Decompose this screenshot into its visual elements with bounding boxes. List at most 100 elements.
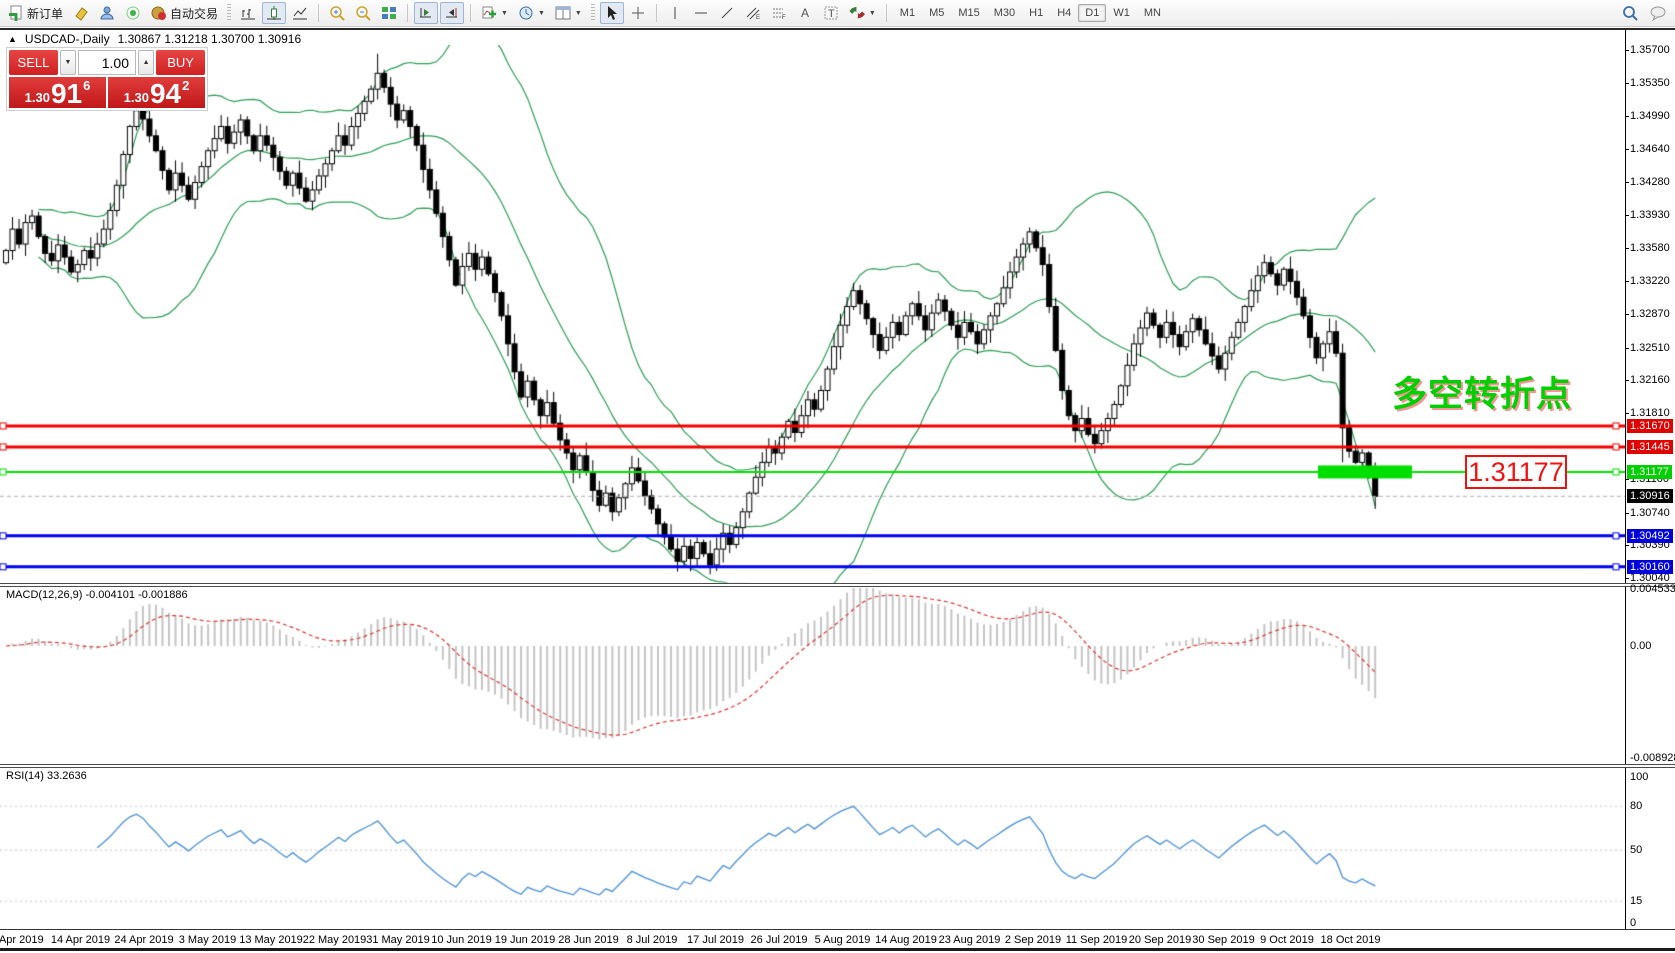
price-tick-mark (1625, 513, 1629, 514)
price-tick-label: 1.33580 (1630, 242, 1670, 254)
candlestick-button[interactable] (262, 2, 286, 24)
vertical-line-tool[interactable] (663, 2, 687, 24)
date-label: 13 May 2019 (239, 934, 303, 946)
bar-chart-button[interactable] (236, 2, 260, 24)
timeframe-m15[interactable]: M15 (951, 4, 986, 22)
price-tick-mark (1625, 50, 1629, 51)
templates-icon (555, 5, 571, 21)
price-tick-mark (1625, 545, 1629, 546)
price-tick-label: 1.33220 (1630, 275, 1670, 287)
rsi-tick-label: 15 (1630, 895, 1642, 907)
price-level-label: 1.30916 (1627, 489, 1673, 503)
date-label: 30 Sep 2019 (1192, 934, 1254, 946)
chart-shift-icon (444, 5, 460, 21)
indicators-icon (481, 5, 497, 21)
date-label: 10 Jun 2019 (431, 934, 492, 946)
timeframe-mn[interactable]: MN (1137, 4, 1168, 22)
fibonacci-tool[interactable]: F (767, 2, 791, 24)
date-label: 4 Apr 2019 (0, 934, 44, 946)
sell-button[interactable]: SELL (9, 50, 58, 75)
date-label: 9 Oct 2019 (1260, 934, 1314, 946)
auto-scroll-button[interactable] (414, 2, 438, 24)
toolbar-separator (318, 4, 319, 22)
buy-price-quote[interactable]: 1.30 94 2 (108, 77, 205, 108)
buy-button[interactable]: BUY (156, 50, 205, 75)
price-tick-mark (1625, 83, 1629, 84)
volume-increase-button[interactable]: ▲ (138, 50, 154, 75)
mt-terminal: 新订单 自动交易 (0, 0, 1675, 953)
eraser-button[interactable] (69, 2, 93, 24)
crosshair-tool[interactable] (626, 2, 650, 24)
chat-button[interactable] (1645, 2, 1671, 24)
macd-indicator-area[interactable] (0, 588, 1625, 761)
timeframe-bar: M1M5M15M30H1H4D1W1MN (893, 4, 1168, 22)
timeframe-m5[interactable]: M5 (922, 4, 951, 22)
price-tick-mark (1625, 348, 1629, 349)
dropdown-arrow-icon: ▼ (575, 10, 582, 17)
search-icon (1622, 5, 1639, 22)
zoom-out-button[interactable] (351, 2, 375, 24)
sell-price-main: 91 (51, 81, 82, 107)
line-chart-button[interactable] (288, 2, 312, 24)
timeframe-h1[interactable]: H1 (1022, 4, 1050, 22)
macd-tick-label: 0.00 (1630, 640, 1651, 652)
toolbar-separator (656, 4, 657, 22)
vertical-line-icon (667, 5, 683, 21)
fibonacci-icon: F (771, 5, 787, 21)
timeframe-w1[interactable]: W1 (1106, 4, 1137, 22)
rsi-label: RSI(14) 33.2636 (6, 770, 87, 782)
turning-point-annotation[interactable]: 多空转折点 (1392, 366, 1572, 417)
price-tick-label: 1.30740 (1630, 507, 1670, 519)
price-level-label: 1.31177 (1627, 465, 1672, 479)
price-tick-label: 1.35350 (1630, 77, 1670, 89)
timeframe-h4[interactable]: H4 (1050, 4, 1078, 22)
chart-shift-button[interactable] (440, 2, 464, 24)
zoom-in-button[interactable] (325, 2, 349, 24)
timeframe-d1[interactable]: D1 (1078, 4, 1106, 22)
price-callout-box[interactable]: 1.31177 (1465, 455, 1567, 489)
rsi-indicator-area[interactable] (0, 769, 1625, 928)
price-tick-label: 1.34280 (1630, 176, 1670, 188)
line-chart-icon (292, 5, 308, 21)
channel-tool[interactable]: E (741, 2, 765, 24)
main-chart-area[interactable] (0, 45, 1625, 584)
profile-button[interactable] (95, 2, 119, 24)
price-level-label: 1.30492 (1627, 529, 1673, 543)
new-order-button[interactable]: 新订单 (4, 2, 67, 24)
sell-price-quote[interactable]: 1.30 91 6 (9, 77, 106, 108)
horizontal-line-tool[interactable] (689, 2, 713, 24)
svg-text:A: A (801, 6, 809, 20)
collapse-triangle-icon[interactable]: ▲ (8, 34, 17, 44)
signal-button[interactable] (121, 2, 145, 24)
timeframe-m1[interactable]: M1 (893, 4, 922, 22)
date-label: 28 Jun 2019 (558, 934, 619, 946)
price-tick-label: 1.33930 (1630, 209, 1670, 221)
text-tool[interactable]: A (793, 2, 817, 24)
svg-text:F: F (782, 15, 786, 21)
indicators-button[interactable]: ▼ (477, 2, 512, 24)
price-tick-mark (1625, 248, 1629, 249)
trendline-tool[interactable] (715, 2, 739, 24)
date-label: 2 Sep 2019 (1005, 934, 1061, 946)
price-tick-mark (1625, 413, 1629, 414)
window-border (0, 948, 1675, 951)
arrows-tool[interactable]: ▼ (845, 2, 880, 24)
symbol-period-label: USDCAD-,Daily (25, 32, 110, 46)
search-button[interactable] (1618, 2, 1643, 24)
volume-input[interactable] (78, 50, 136, 75)
autotrade-label: 自动交易 (170, 5, 218, 22)
text-label-tool[interactable]: T (819, 2, 843, 24)
volume-decrease-button[interactable]: ▼ (60, 50, 76, 75)
one-click-trading-panel: SELL ▼ ▲ BUY 1.30 91 6 1.30 94 2 (6, 47, 208, 111)
periods-button[interactable]: ▼ (514, 2, 549, 24)
panel-separator[interactable] (0, 764, 1675, 768)
templates-button[interactable]: ▼ (551, 2, 586, 24)
tile-windows-button[interactable] (377, 2, 401, 24)
window-border (0, 28, 1675, 30)
price-tick-label: 1.31810 (1630, 407, 1670, 419)
timeframe-m30[interactable]: M30 (987, 4, 1022, 22)
chart-title: ▲ USDCAD-,Daily 1.30867 1.31218 1.30700 … (8, 32, 301, 46)
autotrade-button[interactable]: 自动交易 (147, 2, 222, 24)
panel-separator[interactable] (0, 583, 1675, 587)
cursor-tool[interactable] (600, 2, 624, 24)
